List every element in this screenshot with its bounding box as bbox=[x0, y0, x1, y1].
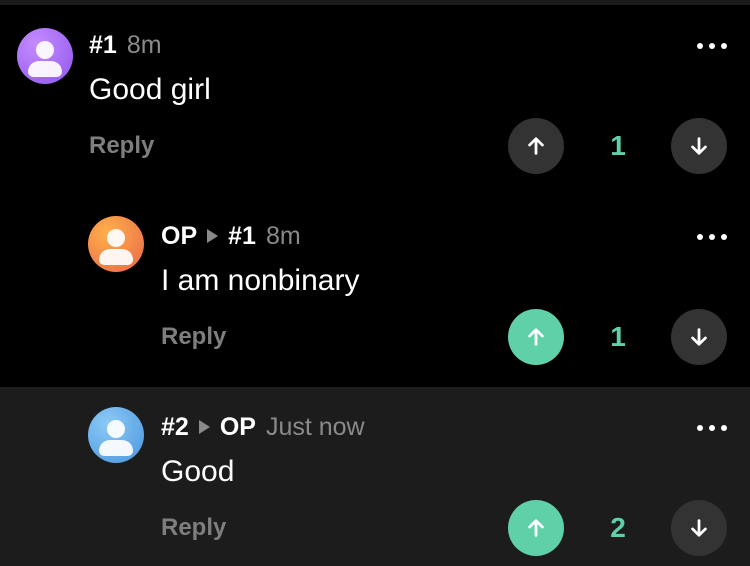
arrow-up-icon bbox=[528, 519, 544, 537]
avatar[interactable] bbox=[88, 407, 144, 463]
comment-text: I am nonbinary bbox=[161, 264, 360, 297]
comment-reply-to[interactable]: OP bbox=[220, 413, 256, 442]
avatar-person-icon bbox=[36, 41, 54, 59]
vote-count: 2 bbox=[610, 512, 626, 543]
more-horizontal-icon[interactable] bbox=[697, 232, 727, 242]
avatar-person-body bbox=[99, 249, 133, 265]
comment-text: Good bbox=[161, 455, 235, 488]
reply-arrow-icon bbox=[198, 420, 210, 434]
arrow-down-icon bbox=[691, 519, 707, 537]
upvote-button[interactable] bbox=[508, 500, 564, 556]
avatar-person-icon bbox=[107, 229, 125, 247]
reply-button[interactable]: Reply bbox=[161, 514, 226, 542]
arrow-up-icon bbox=[528, 328, 544, 346]
comment-author[interactable]: #2 bbox=[161, 413, 189, 442]
comment-item: OP #1 8m I am nonbinary Reply 1 bbox=[0, 196, 750, 387]
downvote-button[interactable] bbox=[671, 118, 727, 174]
more-horizontal-icon[interactable] bbox=[697, 41, 727, 51]
comment-author[interactable]: OP bbox=[161, 222, 197, 251]
avatar-person-body bbox=[99, 440, 133, 456]
comment-header: #2 OP Just now bbox=[161, 411, 365, 443]
vote-count: 1 bbox=[610, 130, 626, 161]
vote-count: 1 bbox=[610, 321, 626, 352]
comment-header: OP #1 8m bbox=[161, 220, 301, 252]
comment-item: #1 8m Good girl Reply 1 bbox=[0, 5, 750, 196]
upvote-button[interactable] bbox=[508, 118, 564, 174]
reply-button[interactable]: Reply bbox=[161, 323, 226, 351]
reply-button[interactable]: Reply bbox=[89, 132, 154, 160]
comment-item: #2 OP Just now Good Reply 2 bbox=[0, 387, 750, 566]
comment-time: Just now bbox=[265, 412, 365, 441]
more-horizontal-icon[interactable] bbox=[697, 423, 727, 433]
comment-reply-to[interactable]: #1 bbox=[228, 222, 256, 251]
arrow-down-icon bbox=[691, 328, 707, 346]
comment-author[interactable]: #1 bbox=[89, 31, 117, 60]
comment-time: 8m bbox=[265, 221, 301, 250]
downvote-button[interactable] bbox=[671, 500, 727, 556]
arrow-up-icon bbox=[528, 137, 544, 155]
avatar[interactable] bbox=[17, 28, 73, 84]
upvote-button[interactable] bbox=[508, 309, 564, 365]
comment-time: 8m bbox=[126, 30, 162, 59]
avatar-person-body bbox=[28, 61, 62, 77]
avatar-person-icon bbox=[107, 420, 125, 438]
comment-text: Good girl bbox=[89, 73, 211, 106]
comment-header: #1 8m bbox=[89, 29, 162, 61]
downvote-button[interactable] bbox=[671, 309, 727, 365]
avatar[interactable] bbox=[88, 216, 144, 272]
arrow-down-icon bbox=[691, 137, 707, 155]
reply-arrow-icon bbox=[207, 229, 219, 243]
